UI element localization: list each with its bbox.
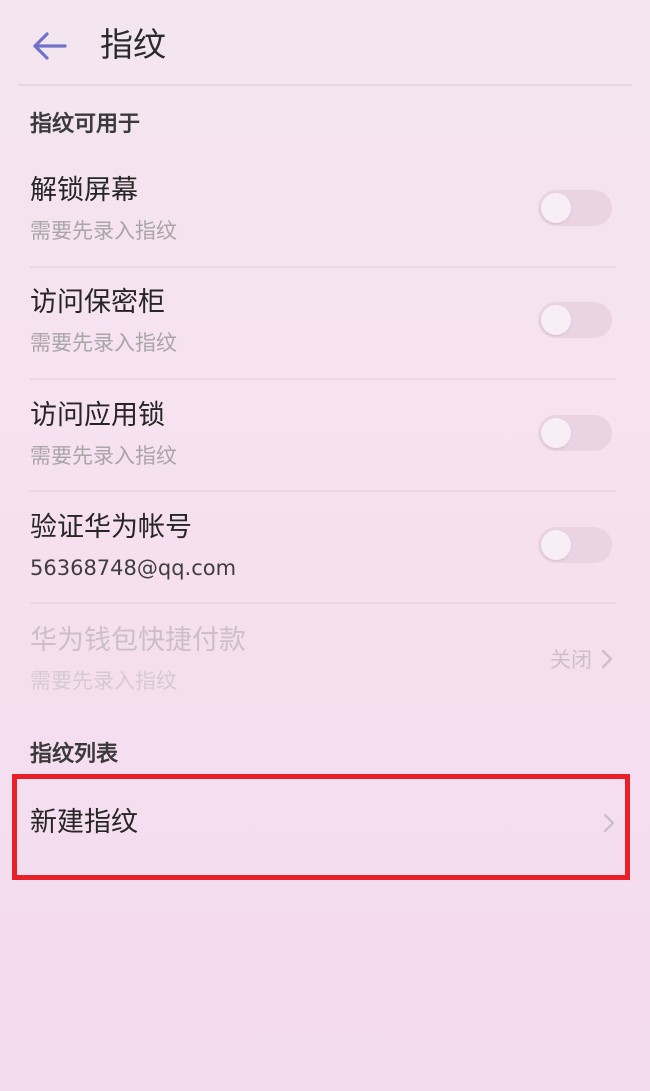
- app-lock-toggle[interactable]: [538, 415, 612, 451]
- setting-subtitle: 需要先录入指纹: [30, 331, 177, 355]
- setting-title: 访问应用锁: [30, 400, 165, 431]
- setting-title: 华为钱包快捷付款: [30, 625, 246, 656]
- wallet-status: 关闭: [550, 644, 614, 674]
- setting-subtitle: 需要先录入指纹: [30, 219, 177, 243]
- setting-row-wallet-quick-pay: 华为钱包快捷付款 需要先录入指纹 关闭: [0, 622, 650, 712]
- header-divider: [18, 84, 632, 86]
- setting-row-huawei-account[interactable]: 验证华为帐号 56368748@qq.com: [0, 509, 650, 599]
- setting-subtitle: 需要先录入指纹: [30, 444, 177, 468]
- section-label-usage: 指纹可用于: [30, 112, 141, 137]
- setting-row-unlock-screen[interactable]: 解锁屏幕 需要先录入指纹: [0, 172, 650, 262]
- setting-row-safe-box[interactable]: 访问保密柜 需要先录入指纹: [0, 284, 650, 374]
- section-label-fingerprint-list: 指纹列表: [30, 742, 119, 767]
- setting-title: 解锁屏幕: [30, 175, 138, 206]
- toggle-knob: [541, 193, 571, 223]
- toggle-knob: [541, 530, 571, 560]
- wallet-status-value: 关闭: [550, 648, 592, 672]
- unlock-screen-toggle[interactable]: [538, 190, 612, 226]
- huawei-account-toggle[interactable]: [538, 527, 612, 563]
- back-button[interactable]: [26, 24, 72, 68]
- highlight-annotation-box: [12, 774, 630, 880]
- account-email: 56368748@qq.com: [30, 556, 237, 580]
- setting-row-app-lock[interactable]: 访问应用锁 需要先录入指纹: [0, 397, 650, 487]
- setting-title: 验证华为帐号: [30, 512, 192, 543]
- setting-subtitle: 需要先录入指纹: [30, 669, 177, 693]
- toggle-knob: [541, 305, 571, 335]
- chevron-right-icon: [600, 648, 614, 670]
- row-divider: [30, 266, 616, 268]
- row-divider: [30, 490, 616, 492]
- arrow-left-icon: [33, 32, 67, 60]
- app-header: 指纹: [0, 0, 650, 86]
- row-divider: [30, 602, 616, 604]
- page-title: 指纹: [100, 25, 166, 64]
- setting-title: 访问保密柜: [30, 287, 165, 318]
- safe-box-toggle[interactable]: [538, 302, 612, 338]
- row-divider: [30, 378, 616, 380]
- toggle-knob: [541, 418, 571, 448]
